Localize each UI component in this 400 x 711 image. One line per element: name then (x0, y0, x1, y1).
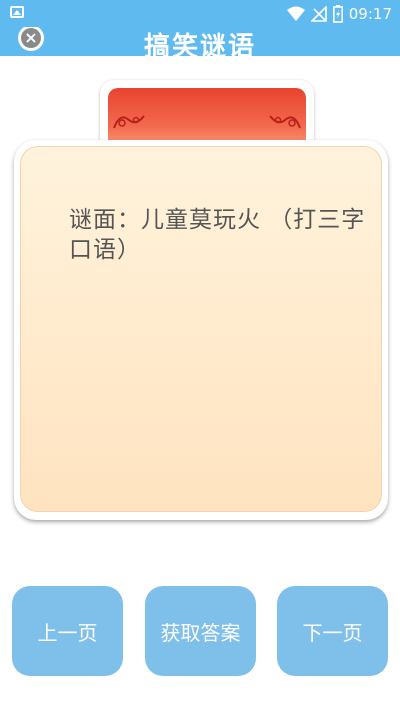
status-icons: 09:17 (286, 3, 392, 25)
bottom-nav: 上一页 获取答案 下一页 (0, 586, 400, 678)
app-header: × 搞笑谜语 (0, 27, 400, 56)
page-title: 搞笑谜语 (143, 32, 256, 56)
riddle-card: 谜面：儿童莫玩火 （打三字口语） (14, 80, 388, 520)
status-time: 09:17 (348, 5, 392, 23)
card-frame: 谜面：儿童莫玩火 （打三字口语） (14, 140, 388, 520)
wifi-icon (286, 6, 305, 22)
prev-page-button[interactable]: 上一页 (12, 586, 123, 676)
status-bar: 09:17 (0, 0, 400, 27)
get-answer-button[interactable]: 获取答案 (145, 586, 256, 676)
ornament-icon (113, 115, 145, 129)
image-icon (10, 6, 24, 18)
next-page-button[interactable]: 下一页 (277, 586, 388, 676)
battery-icon (332, 5, 343, 23)
riddle-text: 谜面：儿童莫玩火 （打三字口语） (69, 207, 366, 263)
ornament-icon (269, 115, 301, 129)
no-signal-icon (310, 6, 327, 22)
card-body: 谜面：儿童莫玩火 （打三字口语） (20, 146, 382, 512)
